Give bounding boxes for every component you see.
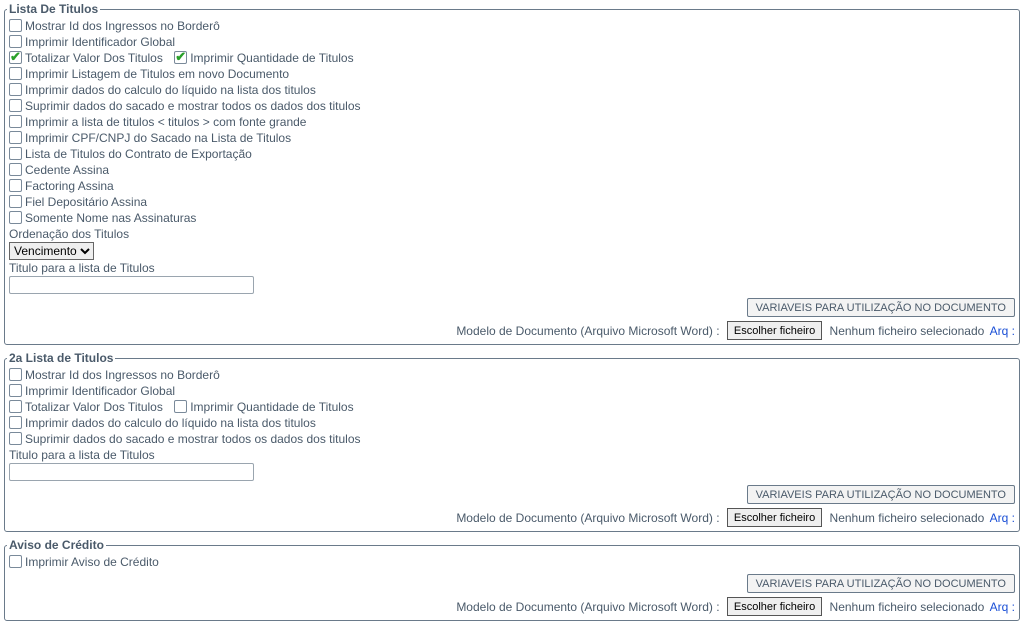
suprimir-dados-checkbox[interactable] — [9, 99, 22, 112]
factoring-assina-label: Factoring Assina — [25, 179, 114, 193]
s2-titulo-lista-input[interactable] — [9, 463, 254, 481]
s2-totalizar-checkbox[interactable] — [9, 400, 22, 413]
factoring-assina-checkbox[interactable] — [9, 179, 22, 192]
imprimir-listagem-checkbox[interactable] — [9, 67, 22, 80]
s2-titulo-lista-label: Titulo para a lista de Titulos — [9, 448, 155, 462]
fiel-dep-label: Fiel Depositário Assina — [25, 195, 147, 209]
imprimir-qtd-checkbox[interactable] — [174, 51, 187, 64]
s2-model-label: Modelo de Documento (Arquivo Microsoft W… — [456, 511, 719, 525]
s3-choose-file-button[interactable]: Escolher ficheiro — [727, 597, 822, 616]
s3-model-label: Modelo de Documento (Arquivo Microsoft W… — [456, 600, 719, 614]
lista-de-titulos-legend: Lista De Titulos — [7, 2, 100, 16]
aviso-credito-legend: Aviso de Crédito — [7, 538, 106, 552]
imprimir-cpf-label: Imprimir CPF/CNPJ do Sacado na Lista de … — [25, 131, 291, 145]
choose-file-button[interactable]: Escolher ficheiro — [727, 321, 822, 340]
ordenacao-label: Ordenação dos Titulos — [9, 227, 129, 241]
imprimir-aviso-checkbox[interactable] — [9, 555, 22, 568]
mostrar-id-label: Mostrar Id dos Ingressos no Borderô — [25, 19, 220, 33]
s2-arq-link[interactable]: Arq : — [990, 511, 1015, 525]
s2-imprimir-ident-label: Imprimir Identificador Global — [25, 384, 175, 398]
s3-file-status: Nenhum ficheiro selecionado — [830, 600, 985, 614]
imprimir-ident-checkbox[interactable] — [9, 35, 22, 48]
s2-imprimir-qtd-checkbox[interactable] — [174, 400, 187, 413]
totalizar-valor-checkbox[interactable] — [9, 51, 22, 64]
somente-nome-label: Somente Nome nas Assinaturas — [25, 211, 196, 225]
s2-suprimir-dados-checkbox[interactable] — [9, 432, 22, 445]
imprimir-listagem-label: Imprimir Listagem de Titulos em novo Doc… — [25, 67, 289, 81]
aviso-credito-fieldset: Aviso de Crédito Imprimir Aviso de Crédi… — [4, 538, 1020, 621]
imprimir-ident-label: Imprimir Identificador Global — [25, 35, 175, 49]
lista-contrato-checkbox[interactable] — [9, 147, 22, 160]
segunda-lista-legend: 2a Lista de Titulos — [7, 351, 115, 365]
ordenacao-select[interactable]: Vencimento — [9, 242, 94, 260]
totalizar-valor-label: Totalizar Valor Dos Titulos — [25, 51, 163, 65]
lista-contrato-label: Lista de Titulos do Contrato de Exportaç… — [25, 147, 252, 161]
variables-button[interactable]: VARIAVEIS PARA UTILIZAÇÃO NO DOCUMENTO — [747, 298, 1015, 317]
s2-imprimir-dados-calc-checkbox[interactable] — [9, 416, 22, 429]
s2-imprimir-ident-checkbox[interactable] — [9, 384, 22, 397]
segunda-lista-fieldset: 2a Lista de Titulos Mostrar Id dos Ingre… — [4, 351, 1020, 532]
cedente-assina-label: Cedente Assina — [25, 163, 109, 177]
imprimir-dados-calc-label: Imprimir dados do calculo do líquido na … — [25, 83, 316, 97]
model-label: Modelo de Documento (Arquivo Microsoft W… — [456, 324, 719, 338]
mostrar-id-checkbox[interactable] — [9, 19, 22, 32]
imprimir-lista-fonte-checkbox[interactable] — [9, 115, 22, 128]
s2-mostrar-id-label: Mostrar Id dos Ingressos no Borderô — [25, 368, 220, 382]
suprimir-dados-label: Suprimir dados do sacado e mostrar todos… — [25, 99, 361, 113]
s2-variables-button[interactable]: VARIAVEIS PARA UTILIZAÇÃO NO DOCUMENTO — [747, 485, 1015, 504]
imprimir-cpf-checkbox[interactable] — [9, 131, 22, 144]
fiel-dep-checkbox[interactable] — [9, 195, 22, 208]
titulo-lista-input[interactable] — [9, 276, 254, 294]
s2-choose-file-button[interactable]: Escolher ficheiro — [727, 508, 822, 527]
s3-arq-link[interactable]: Arq : — [990, 600, 1015, 614]
file-status: Nenhum ficheiro selecionado — [830, 324, 985, 338]
titulo-lista-label: Titulo para a lista de Titulos — [9, 261, 155, 275]
s2-totalizar-label: Totalizar Valor Dos Titulos — [25, 400, 163, 414]
lista-de-titulos-fieldset: Lista De Titulos Mostrar Id dos Ingresso… — [4, 2, 1020, 345]
s2-mostrar-id-checkbox[interactable] — [9, 368, 22, 381]
s2-imprimir-dados-calc-label: Imprimir dados do calculo do líquido na … — [25, 416, 316, 430]
s3-variables-button[interactable]: VARIAVEIS PARA UTILIZAÇÃO NO DOCUMENTO — [747, 574, 1015, 593]
arq-link[interactable]: Arq : — [990, 324, 1015, 338]
s2-file-status: Nenhum ficheiro selecionado — [830, 511, 985, 525]
s2-suprimir-dados-label: Suprimir dados do sacado e mostrar todos… — [25, 432, 361, 446]
somente-nome-checkbox[interactable] — [9, 211, 22, 224]
imprimir-dados-calc-checkbox[interactable] — [9, 83, 22, 96]
cedente-assina-checkbox[interactable] — [9, 163, 22, 176]
s2-imprimir-qtd-label: Imprimir Quantidade de Titulos — [190, 400, 353, 414]
imprimir-aviso-label: Imprimir Aviso de Crédito — [25, 555, 159, 569]
imprimir-lista-fonte-label: Imprimir a lista de titulos < titulos > … — [25, 115, 306, 129]
imprimir-qtd-label: Imprimir Quantidade de Titulos — [190, 51, 353, 65]
